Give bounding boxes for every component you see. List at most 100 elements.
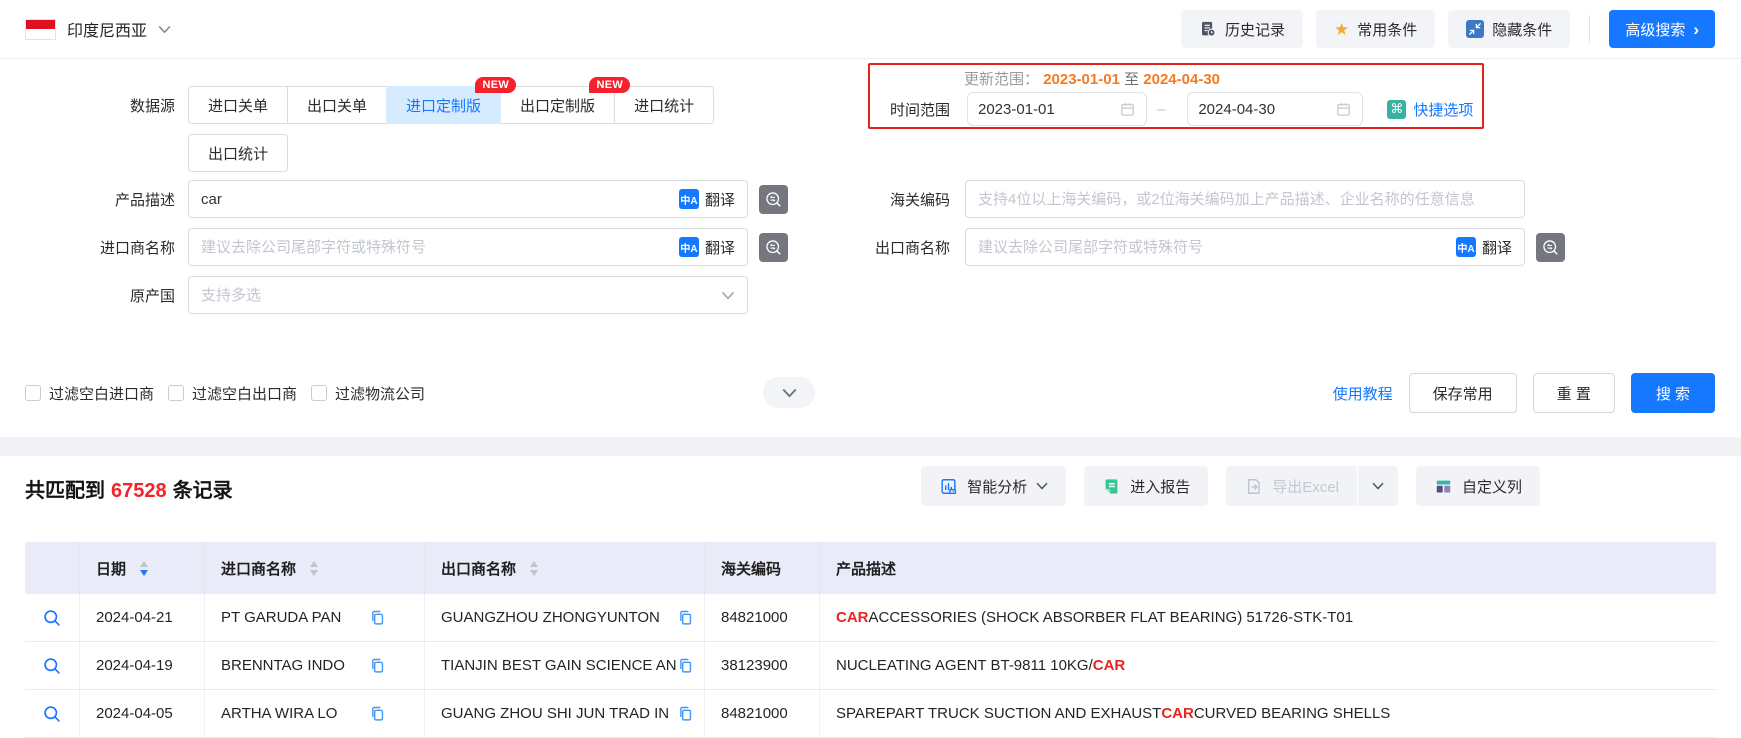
favorites-label: 常用条件 xyxy=(1357,21,1418,39)
cell-detail-search xyxy=(25,594,80,641)
count-suffix: 条记录 xyxy=(172,480,233,502)
end-date-input[interactable]: 2024-04-30 xyxy=(1187,92,1364,126)
quick-options-button[interactable]: ⌘ 快捷选项 xyxy=(1387,99,1473,120)
advanced-search-button[interactable]: 高级搜索 › xyxy=(1609,10,1715,48)
form-actions: 使用教程 保存常用 重 置 搜 索 xyxy=(1333,373,1715,413)
export-excel-label: 导出Excel xyxy=(1272,478,1339,496)
datasource-tab[interactable]: 出口定制版 NEW xyxy=(500,77,631,124)
fuzzy-search-toggle[interactable] xyxy=(759,184,788,214)
keyword-highlight: CAR xyxy=(1161,705,1194,722)
copy-button[interactable] xyxy=(677,609,694,626)
export-excel-button[interactable]: 导出Excel xyxy=(1226,476,1357,497)
filter-checkbox[interactable]: 过滤物流公司 xyxy=(311,383,425,404)
copy-icon xyxy=(372,706,384,721)
copy-button[interactable] xyxy=(369,609,386,626)
product-desc-input[interactable] xyxy=(201,190,679,208)
translate-button[interactable]: 中A 翻译 xyxy=(678,237,735,258)
table-body: 2024-04-21 PT GARUDA PAN GUANGZHOU ZHONGYU… xyxy=(25,594,1716,738)
hide-conditions-button[interactable]: 隐藏条件 xyxy=(1448,10,1571,48)
translate-label: 翻译 xyxy=(704,239,735,257)
checkbox-icon[interactable] xyxy=(25,385,41,401)
copy-button[interactable] xyxy=(677,657,694,674)
row-detail-button[interactable] xyxy=(42,704,62,724)
time-range-box: 更新范围： 2023-01-01 至 2024-04-30 时间范围 2023-… xyxy=(868,63,1484,129)
header-cell: 海关编码 xyxy=(705,542,820,594)
collapse-form-button[interactable] xyxy=(763,377,815,408)
smart-analysis-button[interactable]: BI 智能分析 xyxy=(921,466,1067,506)
datasource-row2: 出口统计 xyxy=(0,134,289,172)
origin-country-input[interactable] xyxy=(201,286,721,304)
company-name-link[interactable]: ARTHA WIRA LO xyxy=(221,705,337,722)
quick-options-label: 快捷选项 xyxy=(1413,101,1474,119)
copy-button[interactable] xyxy=(369,657,386,674)
save-favorite-button[interactable]: 保存常用 xyxy=(1408,373,1517,413)
datasource-tab[interactable]: 进口定制版 NEW xyxy=(386,77,517,124)
sort-control[interactable] xyxy=(310,560,319,576)
origin-country-label: 原产国 xyxy=(129,287,175,305)
row-detail-button[interactable] xyxy=(42,608,62,628)
smart-analysis-label: 智能分析 xyxy=(967,478,1028,496)
columns-table-icon xyxy=(1436,480,1451,492)
hide-conditions-label: 隐藏条件 xyxy=(1492,21,1553,39)
header-cell[interactable]: 出口商名称 xyxy=(425,542,705,594)
filter-checkbox[interactable]: 过滤空白出口商 xyxy=(168,383,297,404)
company-name-link[interactable]: GUANGZHOU ZHONGYUNTON xyxy=(441,609,660,626)
custom-columns-button[interactable]: 自定义列 xyxy=(1415,466,1540,506)
country-selector[interactable]: 印度尼西亚 xyxy=(25,17,171,41)
translate-button[interactable]: 中A 翻译 xyxy=(678,189,735,210)
datasource-tab[interactable]: 出口统计 xyxy=(188,134,289,172)
row-search-icon xyxy=(44,609,60,626)
start-date-input[interactable]: 2023-01-01 xyxy=(967,92,1147,126)
sort-asc-icon[interactable] xyxy=(310,560,319,567)
filter-row: 过滤空白进口商 过滤空白出口商 过滤物流公司 使用教程 保存常用 重 置 搜 索 xyxy=(25,372,1715,414)
checkbox-icon[interactable] xyxy=(311,385,328,401)
company-name-link[interactable]: PT GARUDA PAN xyxy=(221,609,341,626)
header-cell: 产品描述 xyxy=(820,542,1716,594)
search-button[interactable]: 搜 索 xyxy=(1630,373,1715,413)
company-name-link[interactable]: TIANJIN BEST GAIN SCIENCE AN xyxy=(441,657,677,674)
reset-button[interactable]: 重 置 xyxy=(1532,373,1615,413)
sort-desc-icon[interactable] xyxy=(310,569,319,576)
copy-button[interactable] xyxy=(369,705,386,722)
translate-button[interactable]: 中A 翻译 xyxy=(1455,237,1512,258)
fuzzy-search-toggle[interactable] xyxy=(759,232,788,262)
sort-control[interactable] xyxy=(530,560,539,576)
cell-detail-search xyxy=(25,642,80,689)
datasource-tab[interactable]: 进口关单 xyxy=(188,86,289,124)
checkbox-icon[interactable] xyxy=(168,385,185,401)
cell-hs-code: 84821000 xyxy=(705,594,820,641)
filter-label: 过滤物流公司 xyxy=(335,385,426,403)
copy-button[interactable] xyxy=(677,705,694,722)
header-cell[interactable]: 日期 xyxy=(80,542,205,594)
filter-checkbox[interactable]: 过滤空白进口商 xyxy=(25,383,154,404)
datasource-label: 数据源 xyxy=(129,97,175,115)
exporter-input[interactable] xyxy=(978,238,1456,256)
sort-asc-icon[interactable] xyxy=(140,560,149,567)
count-prefix: 共匹配到 xyxy=(25,480,105,502)
history-button[interactable]: 历史记录 xyxy=(1181,10,1304,48)
fuzzy-search-toggle[interactable] xyxy=(1536,232,1565,262)
hs-code-input[interactable] xyxy=(978,190,1512,208)
origin-country-select[interactable] xyxy=(188,276,748,314)
header-cell[interactable]: 进口商名称 xyxy=(205,542,425,594)
sort-desc-icon[interactable] xyxy=(140,569,149,576)
tab-label: 出口定制版 xyxy=(520,97,596,115)
datasource-tab[interactable]: 出口关单 xyxy=(287,86,388,124)
update-range-end: 2024-04-30 xyxy=(1143,71,1221,88)
tab-label: 出口统计 xyxy=(208,145,269,163)
company-name-link[interactable]: GUANG ZHOU SHI JUN TRAD IN xyxy=(441,705,669,722)
sort-asc-icon[interactable] xyxy=(530,560,539,567)
export-dropdown-button[interactable] xyxy=(1358,466,1398,506)
favorites-button[interactable]: ★ 常用条件 xyxy=(1316,10,1436,48)
topbar: 印度尼西亚 历史记录 ★ 常用条件 隐藏条件 高级搜索 › xyxy=(0,0,1741,59)
datasource-tab[interactable]: 进口统计 xyxy=(614,86,715,124)
row-detail-button[interactable] xyxy=(42,656,62,676)
importer-input[interactable] xyxy=(201,238,679,256)
company-name-link[interactable]: BRENNTAG INDO xyxy=(221,657,345,674)
sort-control[interactable] xyxy=(140,560,149,576)
tutorial-link[interactable]: 使用教程 xyxy=(1333,383,1393,404)
sort-desc-icon[interactable] xyxy=(530,569,539,576)
command-icon: ⌘ xyxy=(1387,99,1407,119)
enter-report-button[interactable]: 进入报告 xyxy=(1084,466,1209,506)
header-label: 出口商名称 xyxy=(441,560,517,578)
